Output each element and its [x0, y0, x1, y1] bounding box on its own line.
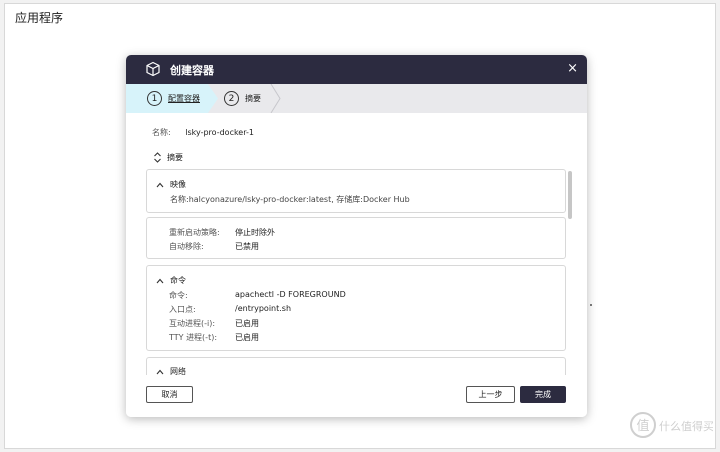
wizard-steps: 1 配置容器 2 摘要 — [126, 84, 587, 113]
container-name-row: 名称: lsky-pro-docker-1 — [152, 127, 254, 138]
step-label: 摘要 — [245, 94, 261, 103]
auto-remove-value: 已禁用 — [235, 242, 259, 251]
entrypoint-label: 入口点: — [169, 305, 196, 314]
chevron-up-icon — [156, 278, 164, 283]
chevron-up-icon — [156, 182, 164, 187]
page-title: 应用程序 — [15, 11, 64, 25]
step-number: 1 — [147, 91, 162, 106]
finish-button[interactable]: 完成 — [520, 386, 566, 403]
create-container-dialog: 创建容器 × 1 配置容器 2 摘要 名称: lsky-pro-docker-1… — [126, 55, 587, 417]
restart-section-card: 重新启动策略: 停止时除外 自动移除: 已禁用 — [146, 217, 566, 259]
command-label: 命令: — [169, 291, 188, 300]
expand-collapse-icon — [154, 152, 161, 163]
network-section-title: 网络 — [170, 367, 186, 375]
svg-text:什么值得买: 什么值得买 — [659, 420, 713, 433]
command-section-title: 命令 — [170, 276, 186, 285]
entrypoint-value: /entrypoint.sh — [235, 304, 292, 313]
summary-toggle[interactable]: 摘要 — [153, 152, 183, 163]
cancel-button[interactable]: 取消 — [146, 386, 193, 403]
command-section-card: 命令 命令: apachectl -D FOREGROUND 入口点: /ent… — [146, 265, 566, 351]
image-section-header[interactable]: 映像 — [156, 179, 186, 190]
network-section-card: 网络 — [146, 357, 566, 375]
interactive-label: 互动进程(-i): — [169, 319, 216, 328]
container-name-label: 名称: — [152, 128, 171, 137]
restart-policy-label: 重新启动策略: — [169, 228, 220, 237]
step-summary[interactable]: 2 摘要 — [224, 91, 261, 106]
dialog-footer: 取消 上一步 完成 — [126, 375, 587, 417]
scrollbar-thumb[interactable] — [568, 171, 572, 219]
dialog-header: 创建容器 × — [126, 55, 587, 84]
auto-remove-label: 自动移除: — [169, 242, 204, 251]
cube-icon — [146, 61, 160, 77]
tty-label: TTY 进程(-t): — [169, 333, 218, 342]
interactive-value: 已启用 — [235, 319, 259, 328]
step-label: 配置容器 — [168, 94, 200, 103]
summary-toggle-label: 摘要 — [167, 153, 183, 162]
previous-button[interactable]: 上一步 — [466, 386, 515, 403]
stray-dot — [590, 304, 592, 306]
svg-text:值: 值 — [636, 418, 649, 434]
restart-policy-value: 停止时除外 — [235, 228, 275, 237]
summary-scroll-area[interactable]: 映像 名称:halcyonazure/lsky-pro-docker:lates… — [146, 169, 566, 375]
image-section-card: 映像 名称:halcyonazure/lsky-pro-docker:lates… — [146, 169, 566, 213]
tty-value: 已启用 — [235, 333, 259, 342]
watermark-graphic: 值 什么值得买 — [630, 412, 714, 438]
chevron-up-icon — [156, 369, 164, 374]
image-section-title: 映像 — [170, 180, 186, 189]
dialog-title: 创建容器 — [170, 64, 214, 77]
step-number: 2 — [224, 91, 239, 106]
watermark-logo: 值 什么值得买 — [629, 405, 714, 445]
container-name-value: lsky-pro-docker-1 — [185, 128, 254, 137]
network-section-header[interactable]: 网络 — [156, 366, 186, 375]
close-icon[interactable]: × — [567, 61, 578, 76]
command-section-header[interactable]: 命令 — [156, 275, 186, 286]
image-details: 名称:halcyonazure/lsky-pro-docker:latest, … — [170, 195, 410, 204]
step-separator-chevron — [270, 84, 281, 113]
command-value: apachectl -D FOREGROUND — [235, 290, 346, 299]
step-configure[interactable]: 1 配置容器 — [147, 91, 200, 106]
